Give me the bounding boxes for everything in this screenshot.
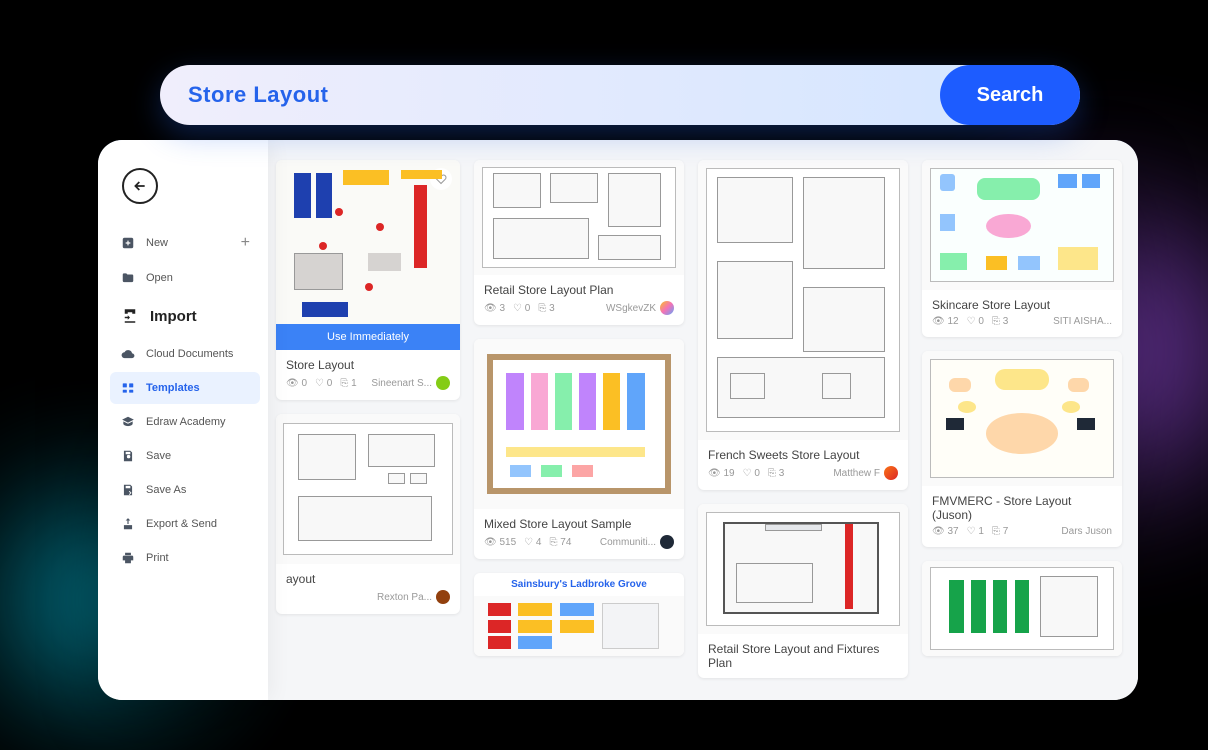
save-icon xyxy=(120,448,136,464)
avatar xyxy=(436,590,450,604)
card-title: Retail Store Layout Plan xyxy=(484,283,674,297)
nav-print[interactable]: Print xyxy=(110,542,260,574)
card-title: French Sweets Store Layout xyxy=(708,448,898,462)
nav-label: Save xyxy=(146,450,171,462)
card-stats: 👁 515 ♡ 4 ⎘ 74 xyxy=(484,537,571,548)
card-stats: 👁 12 ♡ 0 ⎘ 3 xyxy=(932,316,1008,327)
card-author: Sineenart S... xyxy=(371,376,450,390)
card-author: Dars Juson xyxy=(1061,526,1112,537)
nav-label: Print xyxy=(146,552,169,564)
templates-icon xyxy=(120,380,136,396)
nav-label: Save As xyxy=(146,484,186,496)
card-title: Skincare Store Layout xyxy=(932,298,1112,312)
back-button[interactable] xyxy=(122,168,158,204)
avatar xyxy=(436,376,450,390)
nav-label: Cloud Documents xyxy=(146,348,233,360)
nav-label: Open xyxy=(146,272,173,284)
template-grid: Use Immediately Store Layout 👁 0 ♡ 0 ⎘ 1… xyxy=(268,140,1138,700)
template-card[interactable]: Skincare Store Layout 👁 12 ♡ 0 ⎘ 3 SITI … xyxy=(922,160,1122,337)
nav-label: Templates xyxy=(146,382,200,394)
card-stats: 👁 37 ♡ 1 ⎘ 7 xyxy=(932,526,1008,537)
nav-new[interactable]: New + xyxy=(110,226,260,260)
card-title: Store Layout xyxy=(286,358,450,372)
academy-icon xyxy=(120,414,136,430)
nav-open[interactable]: Open xyxy=(110,262,260,294)
template-card[interactable]: French Sweets Store Layout 👁 19 ♡ 0 ⎘ 3 … xyxy=(698,160,908,490)
print-icon xyxy=(120,550,136,566)
nav-save-as[interactable]: Save As xyxy=(110,474,260,506)
nav-label: Export & Send xyxy=(146,518,217,530)
import-icon xyxy=(120,306,140,326)
template-card[interactable]: Sainsbury's Ladbroke Grove xyxy=(474,573,684,656)
card-stats: 👁 3 ♡ 0 ⎘ 3 xyxy=(484,303,555,314)
nav-save[interactable]: Save xyxy=(110,440,260,472)
card-title: Mixed Store Layout Sample xyxy=(484,517,674,531)
folder-icon xyxy=(120,270,136,286)
card-title: Sainsbury's Ladbroke Grove xyxy=(474,573,684,596)
template-card[interactable]: Retail Store Layout and Fixtures Plan xyxy=(698,504,908,678)
card-author: Matthew F xyxy=(833,466,898,480)
avatar xyxy=(884,466,898,480)
search-button[interactable]: Search xyxy=(940,65,1080,125)
save-as-icon xyxy=(120,482,136,498)
avatar xyxy=(660,535,674,549)
template-card[interactable]: Mixed Store Layout Sample 👁 515 ♡ 4 ⎘ 74… xyxy=(474,339,684,559)
plus-box-icon xyxy=(120,235,136,251)
template-card[interactable]: ayout Rexton Pa... xyxy=(276,414,460,614)
template-card[interactable]: Use Immediately Store Layout 👁 0 ♡ 0 ⎘ 1… xyxy=(276,160,460,400)
card-title: Retail Store Layout and Fixtures Plan xyxy=(708,642,898,670)
nav-label: Edraw Academy xyxy=(146,416,225,428)
card-author: WSgkevZK xyxy=(606,301,674,315)
avatar xyxy=(660,301,674,315)
card-author: Communiti... xyxy=(600,535,674,549)
sidebar: New + Open Import Cloud Documents xyxy=(98,140,268,700)
card-author: SITI AISHA... xyxy=(1053,316,1112,327)
nav-label: New xyxy=(146,237,168,249)
search-input-text[interactable]: Store Layout xyxy=(188,82,940,108)
nav-import[interactable]: Import xyxy=(110,296,260,336)
export-icon xyxy=(120,516,136,532)
nav-academy[interactable]: Edraw Academy xyxy=(110,406,260,438)
nav-templates[interactable]: Templates xyxy=(110,372,260,404)
template-card[interactable] xyxy=(922,561,1122,656)
card-stats: 👁 19 ♡ 0 ⎘ 3 xyxy=(708,468,784,479)
search-bar: Store Layout Search xyxy=(160,65,1080,125)
nav-cloud[interactable]: Cloud Documents xyxy=(110,338,260,370)
app-window: New + Open Import Cloud Documents xyxy=(98,140,1138,700)
template-card[interactable]: FMVMERC - Store Layout (Juson) 👁 37 ♡ 1 … xyxy=(922,351,1122,547)
card-stats: 👁 0 ♡ 0 ⎘ 1 xyxy=(286,378,357,389)
card-title: ayout xyxy=(286,572,450,586)
use-immediately-button[interactable]: Use Immediately xyxy=(276,324,460,350)
card-author: Rexton Pa... xyxy=(377,590,450,604)
nav-export[interactable]: Export & Send xyxy=(110,508,260,540)
cloud-icon xyxy=(120,346,136,362)
add-icon[interactable]: + xyxy=(241,234,250,252)
nav-label: Import xyxy=(150,308,197,325)
template-card[interactable]: Retail Store Layout Plan 👁 3 ♡ 0 ⎘ 3 WSg… xyxy=(474,160,684,325)
card-title: FMVMERC - Store Layout (Juson) xyxy=(932,494,1112,522)
